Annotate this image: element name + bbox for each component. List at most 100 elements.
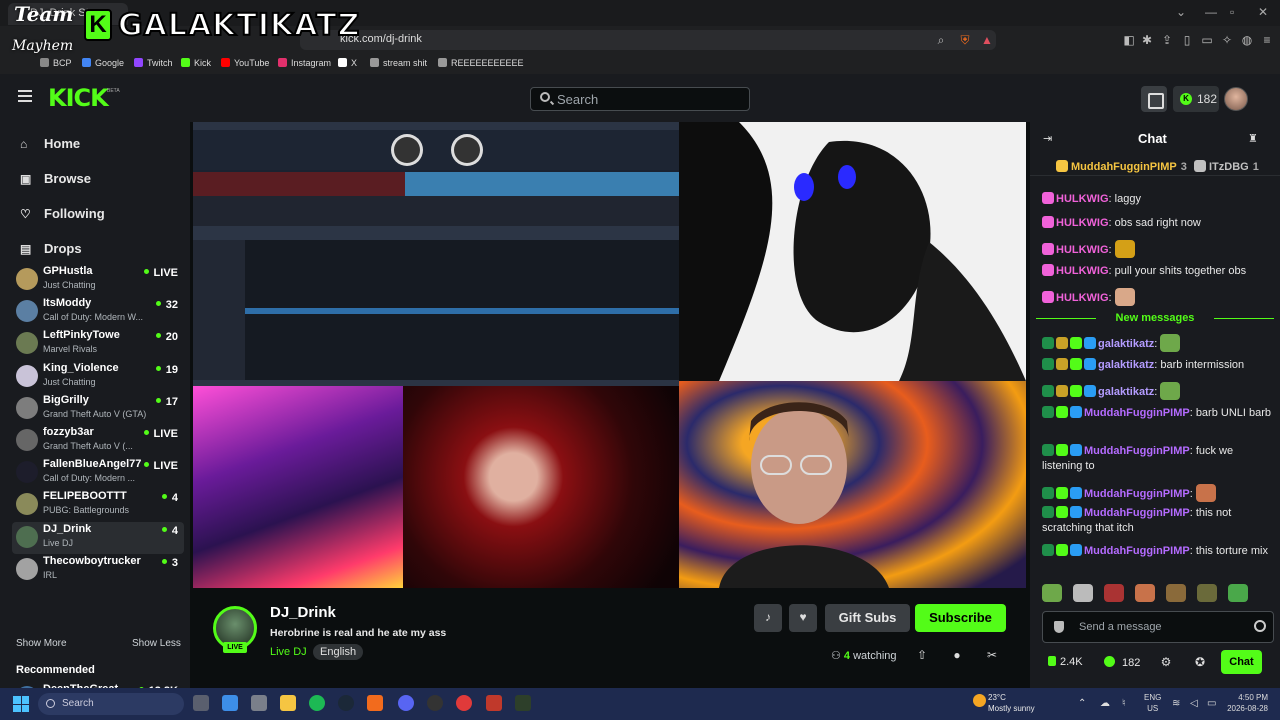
search-input[interactable]: Search [530,87,750,111]
mic-icon[interactable]: ♮ [1122,698,1126,709]
app-green-icon[interactable] [515,695,531,711]
recent-emote-icon[interactable] [1104,584,1124,602]
channel-item[interactable]: BigGrilly Grand Theft Auto V (GTA) 17 [12,393,184,425]
follow-button[interactable]: ♥ [789,604,817,632]
clip-icon[interactable]: ✂ [986,649,998,661]
kicks-total[interactable]: 2.4K [1048,656,1083,668]
share-icon[interactable]: ⇧ [916,649,928,661]
chat-username[interactable]: MuddahFugginPIMP [1084,545,1190,557]
sidebar-icon[interactable]: ▯ [1180,33,1194,47]
channel-item[interactable]: GPHustla Just Chatting LIVE [12,264,184,296]
windows-start-icon[interactable] [13,696,29,712]
streamer-name[interactable]: DJ_Drink [270,604,336,621]
window-minimize-icon[interactable]: — [1205,5,1217,19]
hamburger-menu-icon[interactable] [18,90,32,102]
user-avatar[interactable] [1224,87,1248,111]
share-icon[interactable]: ⇪ [1160,33,1174,47]
tray-chevron-icon[interactable]: ⌃ [1078,698,1086,709]
collapse-chat-icon[interactable]: ⇥ [1043,132,1052,145]
kicks-balance[interactable]: 182 [1104,656,1140,669]
notification-button[interactable]: ♪ [754,604,782,632]
chat-username[interactable]: HULKWIG [1056,292,1109,304]
channel-item[interactable]: ItsModdy Call of Duty: Modern W... 32 [12,296,184,328]
recent-emote-icon[interactable] [1166,584,1186,602]
chat-username[interactable]: galaktikatz [1098,338,1154,350]
channel-item[interactable]: DJ_Drink Live DJ 4 [12,521,184,554]
recent-emote-icon[interactable] [1197,584,1217,602]
obs-icon[interactable] [427,695,443,711]
close-icon[interactable]: ✕ [1258,5,1268,19]
bookmark-3[interactable]: Kick [181,58,211,68]
minimize-icon[interactable]: ⌄ [1176,5,1186,19]
language-indicator[interactable]: ENG US [1144,692,1161,714]
maximize-icon[interactable]: ▫ [1230,5,1234,19]
kicks-balance-button[interactable]: K 182 [1173,86,1219,112]
chat-users-icon[interactable]: ♜ [1248,132,1258,145]
menu-icon[interactable]: ≡ [1260,33,1274,47]
top-gifter[interactable]: ITzDBG 1 [1194,160,1259,173]
chat-username[interactable]: MuddahFugginPIMP [1084,445,1190,457]
chat-username[interactable]: galaktikatz [1098,359,1154,371]
nav-drops[interactable]: ▤ Drops [0,233,190,265]
recent-emote-icon[interactable] [1135,584,1155,602]
bookmark-1[interactable]: Google [82,58,124,68]
badge-icon[interactable]: ✪ [1194,656,1206,668]
emoji-icon[interactable] [1254,620,1266,632]
spotify-icon[interactable] [309,695,325,711]
nav-browse[interactable]: ▣ Browse [0,163,190,195]
recent-emote-icon[interactable] [1042,584,1062,602]
bookmark-6[interactable]: X [338,58,357,68]
chat-username[interactable]: HULKWIG [1056,217,1109,229]
chat-username[interactable]: MuddahFugginPIMP [1084,407,1190,419]
steam-icon[interactable] [338,695,354,711]
recent-emote-icon[interactable] [1228,584,1248,602]
brave-shield-icon[interactable]: ⛨ [958,33,972,47]
taskview-icon[interactable] [193,695,209,711]
clock[interactable]: 4:50 PM 2026-08-28 [1224,692,1268,714]
nav-following[interactable]: ♡ Following [0,198,190,230]
stream-language-tag[interactable]: English [313,644,364,660]
channel-item[interactable]: King_Violence Just Chatting 19 [12,361,184,393]
address-bar[interactable]: kick.com/dj-drink [300,30,996,50]
file-explorer-icon[interactable] [280,695,296,711]
discord-icon[interactable] [398,695,414,711]
theatre-mode-button[interactable] [1141,86,1167,112]
chat-username[interactable]: HULKWIG [1056,265,1109,277]
show-less-link[interactable]: Show Less [132,638,181,649]
calculator-icon[interactable] [251,695,267,711]
leo-icon[interactable]: ✧ [1220,33,1234,47]
channel-item[interactable]: fozzyb3ar Grand Theft Auto V (... LIVE [12,425,184,457]
wallet-icon[interactable]: ▭ [1200,33,1214,47]
new-messages-divider[interactable]: New messages [1036,312,1274,324]
chat-message-input[interactable]: Send a message [1042,611,1274,643]
weather-widget[interactable]: 23°C Mostly sunny [988,692,1035,714]
info-icon[interactable]: ● [951,649,963,661]
top-gifter[interactable]: MuddahFugginPIMP 3 [1056,160,1187,173]
settings-gear-icon[interactable]: ⚙ [1160,656,1172,668]
chat-send-button[interactable]: Chat [1221,650,1262,674]
stream-category-link[interactable]: Live DJ [270,646,307,658]
opera-icon[interactable] [456,695,472,711]
zoom-icon[interactable]: ⌕ [934,33,948,47]
show-more-link[interactable]: Show More [16,638,67,649]
kick-logo[interactable]: KICK [48,84,109,112]
wifi-icon[interactable]: ≋ [1172,698,1180,709]
battery-icon[interactable]: ▭ [1207,698,1216,709]
brave-rewards-icon[interactable]: ▲ [980,33,994,47]
channel-item[interactable]: LeftPinkyTowe Marvel Rivals 20 [12,328,184,360]
chat-username[interactable]: HULKWIG [1056,244,1109,256]
bookmark-0[interactable]: BCP [40,58,72,68]
vpn-icon[interactable]: ◍ [1240,33,1254,47]
channel-item[interactable]: Thecowboytrucker IRL 3 [12,554,184,586]
onedrive-icon[interactable]: ☁ [1100,698,1110,709]
extension-icon[interactable]: ◧ [1122,33,1136,47]
app-icon[interactable] [222,695,238,711]
bookmark-4[interactable]: YouTube [221,58,269,68]
nav-home[interactable]: ⌂ Home [0,128,190,160]
chat-username[interactable]: HULKWIG [1056,193,1109,205]
volume-icon[interactable]: ◁ [1190,698,1198,709]
recent-emote-icon[interactable] [1073,584,1093,602]
channel-item[interactable]: FallenBlueAngel77 Call of Duty: Modern ..… [12,457,184,489]
channel-item[interactable]: FELIPEBOOTTT PUBG: Battlegrounds 4 [12,489,184,521]
brave-icon[interactable] [367,695,383,711]
